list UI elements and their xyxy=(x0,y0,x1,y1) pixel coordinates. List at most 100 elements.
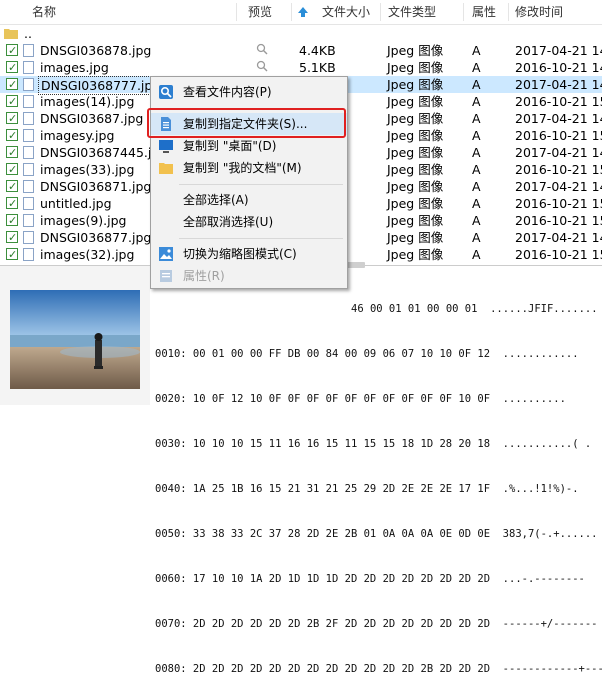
menu-item-deselect-all[interactable]: 全部取消选择(U) xyxy=(151,211,347,233)
header-divider[interactable] xyxy=(236,3,237,21)
file-mtime: 2016-10-21 15: xyxy=(515,162,602,177)
menu-item-label: 查看文件内容(P) xyxy=(183,85,272,99)
file-attr: A xyxy=(472,128,481,143)
file-attr: A xyxy=(472,162,481,177)
row-checkbox[interactable] xyxy=(6,59,18,76)
hex-line: 0050: 33 38 33 2C 37 28 2D 2E 2B 01 0A 0… xyxy=(155,528,598,540)
file-type: Jpeg 图像 xyxy=(387,43,444,58)
file-type: Jpeg 图像 xyxy=(387,60,444,75)
image-file-icon xyxy=(23,112,34,125)
menu-item-view-content[interactable]: 查看文件内容(P) xyxy=(151,81,347,103)
file-name: imagesy.jpg xyxy=(40,128,115,143)
row-checkbox[interactable] xyxy=(6,93,18,110)
image-thumbnail xyxy=(10,290,140,389)
file-name: images(9).jpg xyxy=(40,213,127,228)
row-checkbox[interactable] xyxy=(6,229,18,246)
image-file-icon xyxy=(23,44,34,57)
file-name: DNSGI036878.jpg xyxy=(40,43,152,58)
col-size-header[interactable]: 文件大小 xyxy=(322,0,370,24)
file-type: Jpeg 图像 xyxy=(387,77,444,92)
row-checkbox[interactable] xyxy=(6,144,18,161)
menu-item-label: 复制到 "我的文档"(M) xyxy=(183,161,302,175)
image-file-icon xyxy=(23,95,34,108)
image-file-icon xyxy=(23,248,34,261)
hex-line: 46 00 01 01 00 00 01 ......JFIF....... xyxy=(351,303,598,315)
hex-line: 0060: 17 10 10 1A 2D 1D 1D 1D 2D 2D 2D 2… xyxy=(155,573,585,585)
file-name: DNSGI03687.jpg xyxy=(40,111,144,126)
col-preview-header[interactable]: 预览 xyxy=(248,0,272,24)
image-file-icon xyxy=(23,78,34,91)
image-file-icon xyxy=(23,231,34,244)
view-file-icon xyxy=(159,85,173,99)
file-attr: A xyxy=(472,77,481,92)
menu-item-copy-to-desktop[interactable]: 复制到 "桌面"(D) xyxy=(151,135,347,157)
col-type-header[interactable]: 文件类型 xyxy=(388,0,436,24)
file-mtime: 2016-10-21 15: xyxy=(515,247,602,262)
col-mtime-header[interactable]: 修改时间 xyxy=(515,0,563,24)
header-divider[interactable] xyxy=(380,3,381,21)
menu-item-copy-to-mydocs[interactable]: 复制到 "我的文档"(M) xyxy=(151,157,347,179)
header-divider[interactable] xyxy=(291,3,292,21)
properties-icon xyxy=(160,270,172,282)
col-attr-header[interactable]: 属性 xyxy=(472,0,496,24)
file-mtime: 2016-10-21 15: xyxy=(515,213,602,228)
row-checkbox[interactable] xyxy=(6,212,18,229)
image-file-icon xyxy=(23,214,34,227)
row-checkbox[interactable] xyxy=(6,110,18,127)
file-attr: A xyxy=(472,43,481,58)
file-attr: A xyxy=(472,230,481,245)
highlight-annotation-box xyxy=(147,108,346,138)
column-header: 名称 预览 文件大小 文件类型 属性 修改时间 xyxy=(0,0,602,25)
col-name-header[interactable]: 名称 xyxy=(32,0,56,24)
file-size: 5.1KB xyxy=(299,60,336,75)
parent-folder-row[interactable]: .. xyxy=(0,25,602,41)
file-name: untitled.jpg xyxy=(40,196,112,211)
image-file-icon xyxy=(23,163,34,176)
row-checkbox[interactable] xyxy=(6,195,18,212)
row-checkbox[interactable] xyxy=(6,76,18,93)
row-checkbox[interactable] xyxy=(6,42,18,59)
file-size: 4.4KB xyxy=(299,43,336,58)
horizontal-scrollbar-thumb[interactable] xyxy=(345,262,365,268)
file-type: Jpeg 图像 xyxy=(387,179,444,194)
file-attr: A xyxy=(472,179,481,194)
folder-icon xyxy=(159,163,173,174)
file-mtime: 2016-10-21 15: xyxy=(515,196,602,211)
file-type: Jpeg 图像 xyxy=(387,213,444,228)
file-mtime: 2016-10-21 15: xyxy=(515,128,602,143)
file-name: images(32).jpg xyxy=(40,247,135,262)
row-checkbox[interactable] xyxy=(6,161,18,178)
row-checkbox[interactable] xyxy=(6,178,18,195)
file-mtime: 2016-10-21 14: xyxy=(515,60,602,75)
image-file-icon xyxy=(23,180,34,193)
row-checkbox[interactable] xyxy=(6,127,18,144)
menu-item-toggle-thumbnails[interactable]: 切换为缩略图模式(C) xyxy=(151,243,347,265)
file-type: Jpeg 图像 xyxy=(387,145,444,160)
hex-line: 0080: 2D 2D 2D 2D 2D 2D 2D 2D 2D 2D 2D 2… xyxy=(155,663,602,675)
menu-item-label: 全部选择(A) xyxy=(183,193,249,207)
header-divider[interactable] xyxy=(463,3,464,21)
file-mtime: 2016-10-21 15: xyxy=(515,94,602,109)
preview-search-icon[interactable] xyxy=(256,60,268,77)
menu-item-select-all[interactable]: 全部选择(A) xyxy=(151,189,347,211)
menu-item-label: 复制到 "桌面"(D) xyxy=(183,139,277,153)
file-type: Jpeg 图像 xyxy=(387,230,444,245)
header-divider[interactable] xyxy=(508,3,509,21)
image-file-icon xyxy=(23,61,34,74)
file-row[interactable]: images.jpg 5.1KB Jpeg 图像 A 2016-10-21 14: xyxy=(0,59,602,76)
preview-search-icon[interactable] xyxy=(256,43,268,60)
row-checkbox[interactable] xyxy=(6,246,18,263)
hex-line: 0010: 00 01 00 00 FF DB 00 84 00 09 06 0… xyxy=(155,348,579,360)
thumbnail-pane xyxy=(0,266,150,405)
file-row[interactable]: DNSGI036878.jpg 4.4KB Jpeg 图像 A 2017-04-21 1… xyxy=(0,42,602,59)
parent-folder-label: .. xyxy=(24,26,32,41)
file-type: Jpeg 图像 xyxy=(387,162,444,177)
image-file-icon xyxy=(23,146,34,159)
sort-ascending-icon xyxy=(298,7,308,17)
file-attr: A xyxy=(472,60,481,75)
file-name: images(14).jpg xyxy=(40,94,135,109)
hex-line: 0070: 2D 2D 2D 2D 2D 2D 2B 2F 2D 2D 2D 2… xyxy=(155,618,598,630)
menu-item-properties[interactable]: 属性(R) xyxy=(151,265,347,287)
file-mtime: 2017-04-21 14: xyxy=(515,230,602,245)
file-mtime: 2017-04-21 14: xyxy=(515,77,602,92)
